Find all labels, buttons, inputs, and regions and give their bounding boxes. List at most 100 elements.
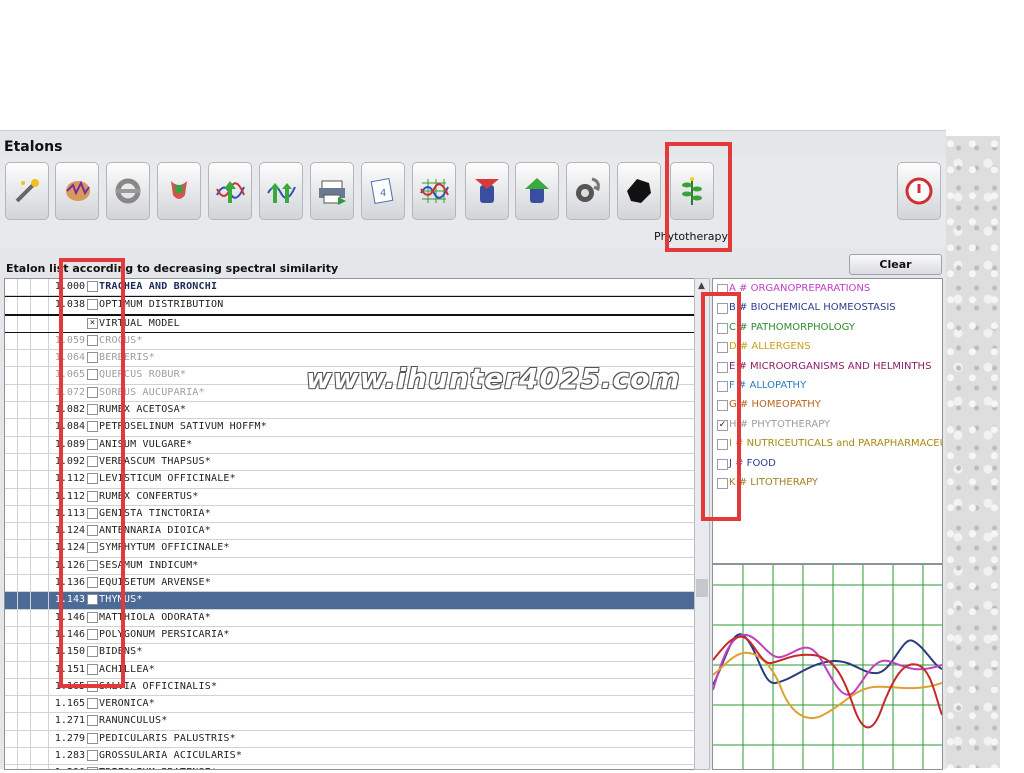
table-row[interactable]: 1.165 VERONICA*	[5, 696, 695, 714]
category-item[interactable]: D # ALLERGENS	[713, 337, 942, 356]
category-label: G # HOMEOPATHY	[729, 399, 821, 411]
etalon-name: RANUNCULUS*	[99, 715, 168, 727]
category-item[interactable]: B # BIOCHEMICAL HOMEOSTASIS	[713, 298, 942, 317]
row-cell	[30, 644, 49, 661]
spectrum-double-button[interactable]	[259, 162, 303, 220]
row-cell	[17, 453, 31, 471]
power-icon	[905, 177, 933, 205]
row-cell	[17, 315, 31, 332]
row-cell	[30, 436, 49, 453]
cylinder-up-button[interactable]	[515, 162, 559, 220]
category-item[interactable]: F # ALLOPATHY	[713, 376, 942, 395]
calendar-button[interactable]: 4	[361, 162, 405, 220]
category-label: A # ORGANOPREPARATIONS	[729, 283, 871, 294]
gear-button[interactable]	[106, 162, 150, 220]
row-cell	[30, 626, 49, 644]
printer-icon	[319, 180, 346, 205]
similarity-value: 1.279	[54, 732, 85, 744]
row-cell	[17, 350, 31, 367]
highlight-category-checkboxes	[701, 292, 741, 521]
spectrum-graph	[712, 564, 943, 770]
black-stone-button[interactable]	[617, 162, 661, 220]
row-cell	[30, 523, 49, 540]
row-checkbox[interactable]	[87, 750, 98, 762]
table-row[interactable]: 1.279 PEDICULARIS PALUSTRIS*	[5, 730, 695, 749]
row-cell	[30, 367, 49, 384]
row-cell	[30, 748, 49, 765]
etalon-name: GROSSULARIA ACICULARIS*	[99, 750, 243, 762]
organs-button[interactable]	[157, 162, 201, 220]
row-cell	[17, 297, 31, 314]
cylinder-up-icon	[525, 178, 549, 203]
row-cell	[17, 644, 31, 661]
category-item[interactable]: I # NUTRICEUTICALS and PARAPHARMACEUTICA…	[713, 434, 942, 453]
row-cell	[17, 557, 31, 575]
cylinder-down-button[interactable]	[465, 162, 509, 220]
category-item[interactable]: A # ORGANOPREPARATIONS	[713, 279, 942, 298]
row-cell	[17, 488, 31, 505]
row-cell	[17, 279, 31, 296]
row-checkbox[interactable]	[87, 698, 98, 710]
etalon-name: VERONICA*	[99, 698, 155, 710]
similarity-value: 1.283	[54, 750, 85, 762]
category-item[interactable]: E # MICROORGANISMS AND HELMINTHS	[713, 357, 942, 376]
watermark: www.ihunter4025.com	[306, 362, 681, 395]
row-checkbox[interactable]	[87, 715, 98, 727]
row-cell	[30, 488, 49, 505]
row-cell	[30, 505, 49, 523]
row-cell	[30, 609, 49, 626]
category-item[interactable]: K # LITOTHERAPY	[713, 473, 942, 492]
cog-ear-icon	[576, 177, 600, 202]
row-cell	[17, 696, 31, 713]
row-cell	[17, 402, 31, 419]
table-row[interactable]: 1.271 RANUNCULUS*	[5, 713, 695, 731]
row-cell	[17, 471, 31, 488]
row-cell	[17, 332, 31, 350]
black-stone-icon	[627, 179, 651, 203]
row-cell	[30, 575, 49, 592]
calendar-icon: 4	[370, 178, 394, 204]
row-cell	[30, 678, 49, 696]
spectrum-up-button[interactable]	[208, 162, 252, 220]
row-cell	[30, 315, 49, 332]
svg-text:4: 4	[380, 188, 386, 199]
category-item[interactable]: G # HOMEOPATHY	[713, 395, 942, 414]
etalon-name: PEDICULARIS PALUSTRIS*	[99, 732, 236, 744]
category-item[interactable]: C # PATHOMORPHOLOGY	[713, 318, 942, 337]
row-cell	[30, 540, 49, 557]
row-cell	[17, 730, 31, 748]
row-cell	[30, 279, 49, 296]
category-label: C # PATHOMORPHOLOGY	[729, 321, 855, 333]
row-cell	[30, 332, 49, 350]
scroll-up-icon[interactable]: ▲	[698, 281, 705, 291]
category-label: H # PHYTOTHERAPY	[729, 418, 831, 430]
power-button[interactable]	[897, 162, 941, 220]
category-item[interactable]: J # FOOD	[713, 454, 942, 473]
row-cell	[30, 661, 49, 678]
cylinder-down-icon	[475, 179, 499, 203]
row-cell	[17, 609, 31, 626]
row-cell	[17, 505, 31, 523]
magic-wand-icon	[15, 179, 39, 203]
row-cell	[30, 419, 49, 436]
category-item[interactable]: ✓ H # PHYTOTHERAPY	[713, 415, 942, 434]
magic-wand-button[interactable]	[5, 162, 49, 220]
clear-button[interactable]: Clear	[849, 254, 942, 275]
table-row[interactable]: 1.283 GROSSULARIA ACICULARIS*	[5, 748, 695, 766]
row-cell	[30, 297, 49, 314]
row-cell	[30, 557, 49, 575]
scrollbar-thumb[interactable]	[696, 579, 708, 597]
row-cell	[30, 713, 49, 730]
row-cell	[17, 678, 31, 696]
organs-icon	[171, 181, 187, 199]
row-checkbox[interactable]	[87, 732, 98, 744]
row-cell	[17, 367, 31, 384]
category-label: D # ALLERGENS	[729, 341, 811, 353]
cog-ear-button[interactable]	[566, 162, 610, 220]
spectrum-up-icon	[216, 181, 245, 203]
row-cell	[30, 592, 49, 609]
grid-chart-button[interactable]	[412, 162, 456, 220]
background-texture	[946, 136, 1000, 768]
printer-button[interactable]	[310, 162, 354, 220]
brain-button[interactable]	[55, 162, 99, 220]
